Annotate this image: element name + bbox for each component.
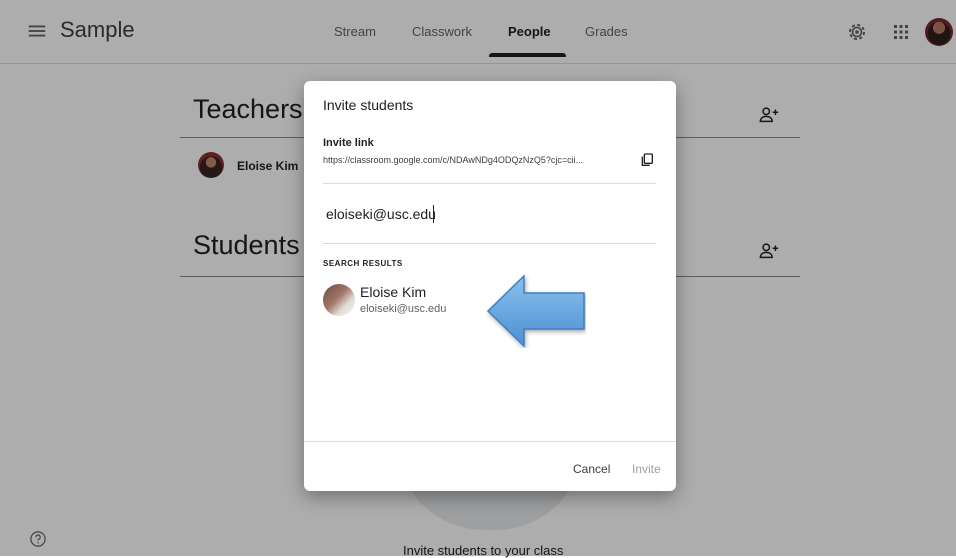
- invite-link-url[interactable]: https://classroom.google.com/c/NDAwNDg4O…: [323, 155, 633, 165]
- cancel-button[interactable]: Cancel: [573, 462, 610, 476]
- result-name: Eloise Kim: [360, 284, 427, 300]
- text-caret: [433, 205, 434, 223]
- dialog-title: Invite students: [323, 97, 414, 113]
- invite-button[interactable]: Invite: [632, 462, 661, 476]
- invite-link-label: Invite link: [323, 137, 374, 149]
- search-results-label: SEARCH RESULTS: [323, 259, 403, 268]
- search-divider: [323, 243, 656, 244]
- annotation-arrow: [486, 274, 585, 348]
- link-divider: [323, 183, 656, 184]
- copy-icon[interactable]: [639, 152, 655, 168]
- footer-divider: [304, 441, 676, 442]
- result-avatar: [323, 284, 355, 316]
- result-email: eloiseki@usc.edu: [360, 303, 447, 315]
- email-search-input[interactable]: [323, 201, 659, 227]
